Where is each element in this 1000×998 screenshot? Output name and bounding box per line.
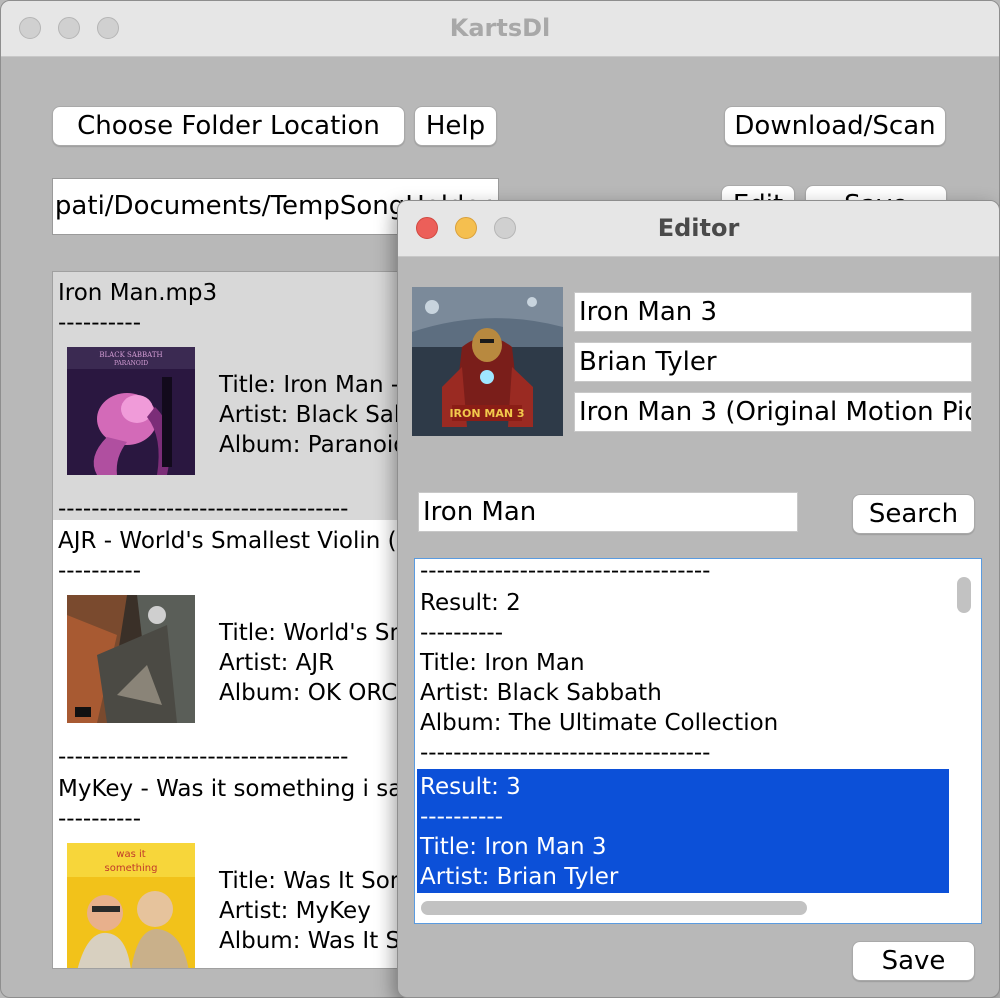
artist-field-value: Brian Tyler bbox=[579, 347, 717, 377]
svg-text:PARANOID: PARANOID bbox=[114, 360, 148, 367]
editor-save-button[interactable]: Save bbox=[852, 941, 975, 981]
result-title[interactable]: Title: Iron Man 3 bbox=[420, 832, 607, 862]
result-header[interactable]: Result: 2 bbox=[420, 588, 521, 618]
title-field[interactable]: Iron Man 3 bbox=[574, 292, 972, 332]
vertical-scrollbar-thumb[interactable] bbox=[957, 577, 971, 613]
main-window-title: KartsDl bbox=[449, 14, 551, 42]
song-artist: Artist: AJR bbox=[219, 650, 335, 676]
song-artist: Artist: Black Sabbath bbox=[219, 402, 401, 428]
choose-folder-button[interactable]: Choose Folder Location bbox=[52, 106, 405, 146]
svg-text:IRON MAN 3: IRON MAN 3 bbox=[449, 407, 524, 420]
separator: ---------- bbox=[58, 310, 141, 336]
song-file-name: AJR - World's Smallest Violin (Official … bbox=[58, 528, 401, 554]
horizontal-scrollbar-thumb[interactable] bbox=[421, 901, 807, 915]
separator: ---------- bbox=[58, 558, 141, 584]
song-title: Title: Iron Man - 2012 Remaster bbox=[219, 372, 401, 398]
result-separator: ---------- bbox=[420, 620, 503, 646]
search-results-list[interactable]: ----------------------------------- Resu… bbox=[414, 558, 982, 924]
result-separator: ---------- bbox=[420, 804, 503, 830]
result-album[interactable]: Album: The Ultimate Collection bbox=[420, 708, 778, 738]
svg-text:something: something bbox=[105, 863, 158, 874]
result-title[interactable]: Title: Iron Man bbox=[420, 648, 585, 678]
editor-window-title: Editor bbox=[657, 214, 740, 242]
song-title: Title: World's Smallest Violin bbox=[219, 620, 401, 646]
song-file-name: MyKey - Was it something i said.mp3 bbox=[58, 776, 402, 802]
song-album: Album: OK ORCHESTRA bbox=[219, 680, 401, 706]
album-field[interactable]: Iron Man 3 (Original Motion Picture Soun… bbox=[574, 392, 972, 432]
main-titlebar: KartsDl bbox=[1, 1, 999, 57]
iron-man-3-album-art: IRON MAN 3 bbox=[412, 287, 563, 436]
separator: ----------------------------------- bbox=[58, 744, 349, 770]
editor-titlebar: Editor bbox=[398, 201, 999, 257]
svg-text:was it: was it bbox=[116, 849, 145, 860]
mykey-album-cover: was it something bbox=[67, 843, 195, 968]
black-sabbath-paranoid-cover: BLACK SABBATH PARANOID bbox=[67, 347, 195, 475]
song-title: Title: Was It Something I Said bbox=[219, 868, 401, 894]
ajr-ok-orchestra-cover bbox=[67, 595, 195, 723]
song-album: Album: Was It Something I Said bbox=[219, 928, 401, 954]
song-file-name: Iron Man.mp3 bbox=[58, 280, 218, 306]
result-artist[interactable]: Artist: Brian Tyler bbox=[420, 862, 618, 892]
svg-text:BLACK SABBATH: BLACK SABBATH bbox=[99, 351, 162, 359]
search-input[interactable]: Iron Man bbox=[418, 492, 798, 532]
search-button[interactable]: Search bbox=[852, 494, 975, 534]
result-separator: ----------------------------------- bbox=[420, 558, 711, 584]
search-input-value: Iron Man bbox=[423, 497, 537, 527]
result-header[interactable]: Result: 3 bbox=[420, 772, 521, 802]
album-field-value: Iron Man 3 (Original Motion Picture Soun… bbox=[579, 397, 971, 427]
artist-field[interactable]: Brian Tyler bbox=[574, 342, 972, 382]
song-artist: Artist: MyKey bbox=[219, 898, 371, 924]
title-field-value: Iron Man 3 bbox=[579, 297, 718, 327]
separator: ----------------------------------- bbox=[58, 496, 349, 522]
song-list[interactable]: Iron Man.mp3 ---------- BLACK SABBATH PA… bbox=[52, 271, 402, 969]
separator: ---------- bbox=[58, 806, 141, 832]
result-separator: ----------------------------------- bbox=[420, 740, 711, 766]
editor-window: Editor IRON MAN 3 Iron Man 3 Brian Tyler… bbox=[397, 200, 1000, 998]
help-button[interactable]: Help bbox=[414, 106, 497, 146]
song-album: Album: Paranoid (2012 Remaster) bbox=[219, 432, 402, 458]
result-artist[interactable]: Artist: Black Sabbath bbox=[420, 678, 662, 708]
download-scan-button[interactable]: Download/Scan bbox=[724, 106, 946, 146]
